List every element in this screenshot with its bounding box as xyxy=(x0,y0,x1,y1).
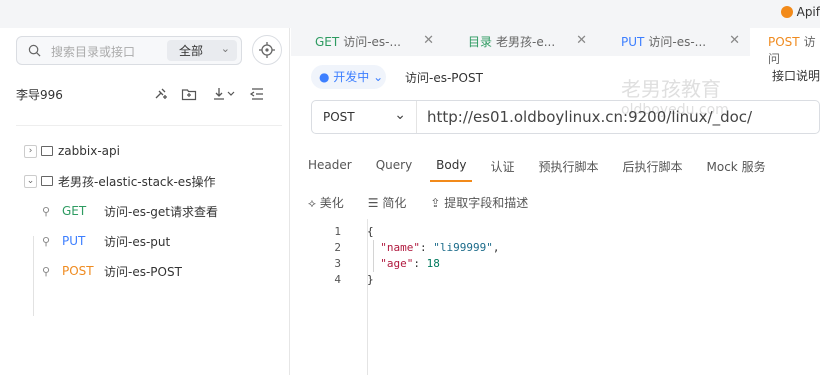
method-label: PUT xyxy=(62,234,86,248)
folder-label: 老男孩-elastic-stack-es操作 xyxy=(58,174,216,189)
tab-label: 访问-es-... xyxy=(343,35,401,49)
tree-endpoint[interactable]: ⚲ PUT 访问-es-put xyxy=(20,226,280,256)
new-folder-icon[interactable] xyxy=(181,86,197,102)
method-value: POST xyxy=(323,110,355,124)
tab-bar: GET 访问-es-... ✕ 目录 老男孩-e... ✕ PUT 访问-es-...… xyxy=(291,28,820,66)
collapse-icon[interactable] xyxy=(249,86,265,102)
tab-folder[interactable]: 目录 老男孩-e... ✕ xyxy=(444,28,597,56)
tab-mock[interactable]: Mock 服务 xyxy=(707,158,766,182)
code-token: { xyxy=(367,225,374,238)
apifox-logo-icon xyxy=(780,6,793,18)
scope-label: 全部 xyxy=(179,44,204,58)
chevron-down-icon: ⌄ xyxy=(394,107,406,123)
locate-button[interactable] xyxy=(252,35,282,65)
endpoint-label: 访问-es-POST xyxy=(104,264,182,279)
code-token: : xyxy=(420,241,434,254)
tree-folder[interactable]: › zabbix-api xyxy=(20,136,280,166)
tab-header[interactable]: Header xyxy=(308,158,352,182)
divider xyxy=(16,125,282,126)
link-icon: ⚲ xyxy=(42,235,51,248)
chevron-down-icon[interactable]: ⌄ xyxy=(24,174,37,188)
endpoint-label: 访问-es-get请求查看 xyxy=(104,204,219,219)
tab-query[interactable]: Query xyxy=(376,158,412,182)
search-input[interactable]: 搜索目录或接口 xyxy=(51,43,135,60)
code-token: , xyxy=(492,241,500,254)
body-toolbar: ⟡ 美化 ☰ 简化 ⇪ 提取字段和描述 xyxy=(308,194,528,211)
close-icon[interactable]: ✕ xyxy=(729,33,740,48)
sidebar-toolbar xyxy=(152,86,265,102)
chevron-down-icon: ⌄ xyxy=(220,42,230,55)
tree-folder[interactable]: ⌄ 老男孩-elastic-stack-es操作 xyxy=(20,166,280,196)
code-token: "li99999" xyxy=(433,241,493,254)
environment-select[interactable]: ● 开发中 ⌄ xyxy=(311,65,386,89)
code-content: { "name": "li99999", "age": 18} xyxy=(367,224,499,288)
tab-label: 访问-es-... xyxy=(648,35,707,49)
line-number: 4 xyxy=(334,273,341,286)
tab-get[interactable]: GET 访问-es-... ✕ xyxy=(291,28,444,56)
code-token: : xyxy=(413,257,427,270)
target-icon xyxy=(259,42,275,58)
code-editor[interactable]: 1 2 3 4 { "name": "li99999", "age": 18} xyxy=(291,219,820,375)
tab-post-script[interactable]: 后执行脚本 xyxy=(623,158,683,182)
line-numbers: 1 2 3 4 xyxy=(331,224,341,288)
line-number: 1 xyxy=(334,225,341,238)
request-name-input[interactable]: 访问-es-POST xyxy=(396,65,816,89)
search-box[interactable]: 搜索目录或接口 全部 ⌄ xyxy=(16,36,242,65)
chevron-right-icon[interactable]: › xyxy=(24,144,37,158)
tab-label: 老男孩-e... xyxy=(496,35,556,49)
line-number: 3 xyxy=(334,257,341,270)
tab-method: 目录 xyxy=(468,35,493,49)
tab-put[interactable]: PUT 访问-es-... ✕ xyxy=(597,28,750,56)
close-icon[interactable]: ✕ xyxy=(576,33,587,48)
method-label: GET xyxy=(62,204,87,218)
tab-body[interactable]: Body xyxy=(430,158,473,182)
api-tree: › zabbix-api ⌄ 老男孩-elastic-stack-es操作 ⚲ … xyxy=(20,136,280,286)
endpoint-label: 访问-es-put xyxy=(104,234,171,249)
search-icon xyxy=(28,44,41,57)
link-icon: ⚲ xyxy=(42,265,51,278)
code-token: "age" xyxy=(380,257,414,270)
url-bar: POST ⌄ http://es01.oldboylinux.cn:9200/l… xyxy=(311,100,820,134)
sidebar: 搜索目录或接口 全部 ⌄ 李导996 › zabbix-api ⌄ 老男孩-el… xyxy=(0,28,290,375)
main-panel: GET 访问-es-... ✕ 目录 老男孩-e... ✕ PUT 访问-es-...… xyxy=(291,28,820,375)
folder-icon xyxy=(41,176,53,186)
scope-select[interactable]: 全部 ⌄ xyxy=(167,40,237,61)
code-line: "name": "li99999", xyxy=(367,240,499,256)
brand: Apif xyxy=(780,5,820,19)
folder-label: zabbix-api xyxy=(58,144,120,158)
add-endpoint-icon[interactable] xyxy=(152,86,168,102)
simplify-button[interactable]: ☰ 简化 xyxy=(368,194,407,211)
request-tabs: Header Query Body 认证 预执行脚本 后执行脚本 Mock 服务 xyxy=(308,158,790,182)
code-line: "age": 18 xyxy=(367,256,499,272)
tab-pre-script[interactable]: 预执行脚本 xyxy=(538,158,598,182)
code-token: 18 xyxy=(426,257,440,270)
close-icon[interactable]: ✕ xyxy=(423,33,434,48)
code-line: } xyxy=(367,272,499,288)
tree-endpoint[interactable]: ⚲ GET 访问-es-get请求查看 xyxy=(20,196,280,226)
code-token: "name" xyxy=(380,241,420,254)
tree-endpoint[interactable]: ⚲ POST 访问-es-POST xyxy=(20,256,280,286)
beautify-button[interactable]: ⟡ 美化 xyxy=(308,194,344,211)
tab-post[interactable]: POST 访问 xyxy=(750,28,820,66)
code-line: { xyxy=(367,224,499,240)
tab-method: GET xyxy=(315,35,340,49)
line-number: 2 xyxy=(334,241,341,254)
tab-auth[interactable]: 认证 xyxy=(490,158,514,182)
title-bar: Apif xyxy=(0,0,820,28)
link-icon: ⚲ xyxy=(42,205,51,218)
method-label: POST xyxy=(62,264,94,278)
folder-icon xyxy=(41,146,53,156)
brand-label: Apif xyxy=(796,5,820,19)
tab-method: POST xyxy=(768,35,800,49)
tree-guide-line xyxy=(33,236,34,316)
interface-desc-button[interactable]: 接口说明 xyxy=(772,67,820,84)
tab-method: PUT xyxy=(621,35,645,49)
project-name: 李导996 xyxy=(16,88,63,102)
method-select[interactable]: POST ⌄ xyxy=(312,101,417,133)
import-icon[interactable] xyxy=(210,86,236,102)
url-input[interactable]: http://es01.oldboylinux.cn:9200/linux/_d… xyxy=(427,108,752,126)
extract-fields-button[interactable]: ⇪ 提取字段和描述 xyxy=(430,194,528,211)
code-token: } xyxy=(367,273,374,286)
